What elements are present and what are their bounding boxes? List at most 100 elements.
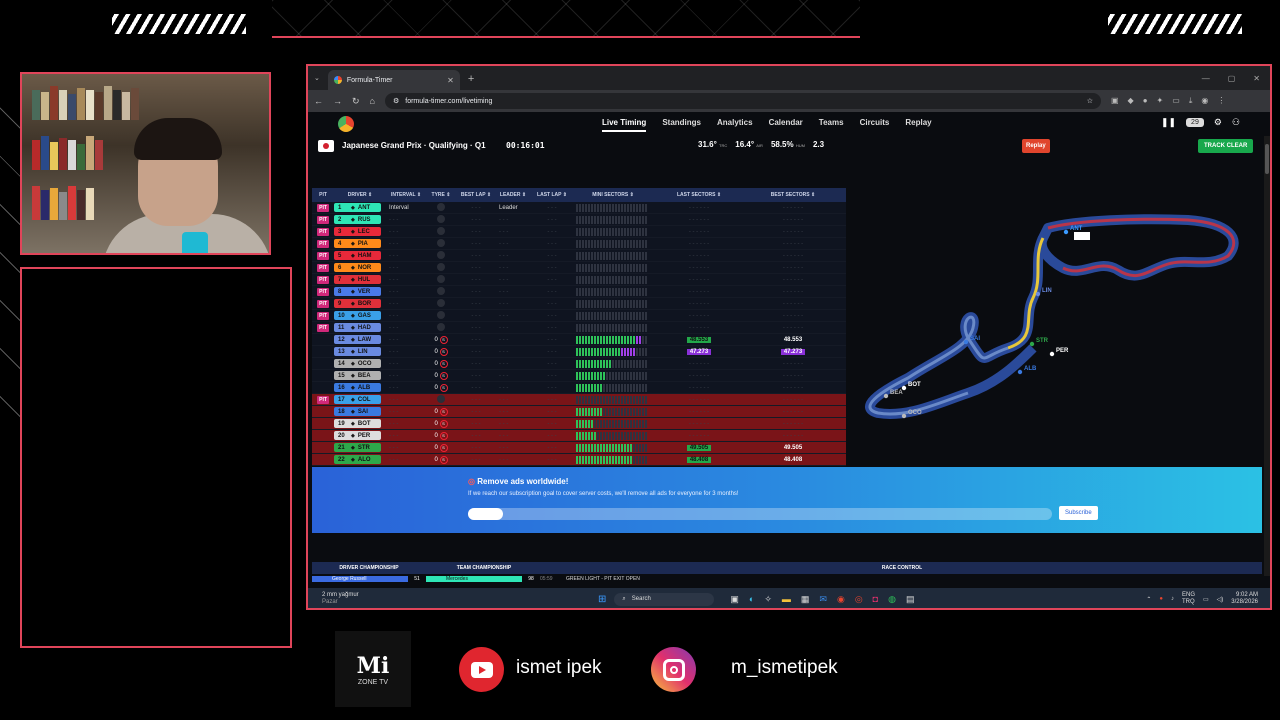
team-championship-header[interactable]: TEAM CHAMPIONSHIP bbox=[426, 565, 542, 571]
driver-badge[interactable]: 9 ◈ BOR bbox=[334, 299, 381, 308]
driver-badge[interactable]: 14 ◈ OCO bbox=[334, 359, 381, 368]
table-row[interactable]: 13 ◈ LIN - - - 0 S - - - - - - - - - 47.273 47.27… bbox=[312, 346, 846, 358]
table-row[interactable]: PIT 2 ◈ RUS - - - - - - - - - - - - - - - - - - -… bbox=[312, 214, 846, 226]
nav-item-replay[interactable]: Replay bbox=[905, 118, 931, 132]
url-field[interactable]: ⚙ formula-timer.com/livetiming ☆ bbox=[384, 93, 1101, 109]
column-header-pit[interactable]: PIT bbox=[312, 192, 334, 198]
microphone-tray-icon[interactable]: ♪ bbox=[1171, 596, 1174, 602]
table-row[interactable]: 21 ◈ STR - - - 0 S - - - - - - - - - 49.505 49.50… bbox=[312, 442, 846, 454]
table-row[interactable]: 14 ◈ OCO - - - 0 S - - - - - - - - - - - - - - -… bbox=[312, 358, 846, 370]
column-header-interval[interactable]: INTERVAL ⇕ bbox=[386, 192, 426, 198]
whatsapp-icon[interactable]: ◍ bbox=[888, 594, 896, 605]
forward-icon[interactable]: → bbox=[333, 96, 342, 106]
table-row[interactable]: PIT 5 ◈ HAM - - - - - - - - - - - - - - - - - - -… bbox=[312, 250, 846, 262]
driver-badge[interactable]: 7 ◈ HUL bbox=[334, 275, 381, 284]
mail-icon[interactable]: ✉ bbox=[819, 594, 827, 605]
column-header-best-lap[interactable]: BEST LAP ⇕ bbox=[456, 192, 496, 198]
driver-badge[interactable]: 11 ◈ HAD bbox=[334, 323, 381, 332]
page-scrollbar[interactable] bbox=[1264, 136, 1270, 576]
tray-chevron-icon[interactable]: ⌃ bbox=[1146, 596, 1151, 603]
profile-icon[interactable]: ◉ bbox=[1201, 96, 1208, 106]
extensions-puzzle-icon[interactable]: ✦ bbox=[1157, 96, 1164, 106]
table-row[interactable]: PIT 6 ◈ NOR - - - - - - - - - - - - - - - - - - -… bbox=[312, 262, 846, 274]
driver-badge[interactable]: 4 ◈ PIA bbox=[334, 239, 381, 248]
column-header-last-sectors[interactable]: LAST SECTORS ⇕ bbox=[652, 192, 746, 198]
nav-item-standings[interactable]: Standings bbox=[662, 118, 701, 132]
driver-badge[interactable]: 16 ◈ ALB bbox=[334, 383, 381, 392]
downloads-icon[interactable]: ⤓ bbox=[1189, 96, 1193, 106]
settings-gear-icon[interactable]: ⚙ bbox=[1214, 117, 1222, 128]
user-icon[interactable]: ⚇ bbox=[1232, 117, 1240, 128]
column-header-leader[interactable]: LEADER ⇕ bbox=[496, 192, 530, 198]
taskbar-weather[interactable]: 2 mm yağmur Pazar bbox=[308, 592, 598, 606]
windows-start-icon[interactable]: ⊞ bbox=[598, 594, 606, 605]
driver-badge[interactable]: 2 ◈ RUS bbox=[334, 215, 381, 224]
column-header-last-lap[interactable]: LAST LAP ⇕ bbox=[530, 192, 574, 198]
maximize-icon[interactable]: ▢ bbox=[1228, 74, 1236, 83]
driver-badge[interactable]: 10 ◈ GAS bbox=[334, 311, 381, 320]
column-header-driver[interactable]: DRIVER ⇕ bbox=[334, 192, 386, 198]
column-header-tyre[interactable]: TYRE ⇕ bbox=[426, 192, 456, 198]
driver-badge[interactable]: 12 ◈ LAW bbox=[334, 335, 381, 344]
task-view-icon[interactable]: ▣ bbox=[730, 594, 739, 605]
close-tab-icon[interactable]: ✕ bbox=[447, 76, 454, 85]
language-indicator[interactable]: ENG TRQ bbox=[1182, 592, 1195, 606]
back-icon[interactable]: ← bbox=[314, 96, 323, 106]
extension-icon[interactable]: ▣ bbox=[1111, 96, 1119, 106]
delay-badge[interactable]: 29 bbox=[1186, 118, 1204, 127]
table-row[interactable]: PIT 3 ◈ LEC - - - - - - - - - - - - - - - - - - -… bbox=[312, 226, 846, 238]
home-icon[interactable]: ⌂ bbox=[370, 96, 375, 106]
table-row[interactable]: 12 ◈ LAW - - - 0 S - - - - - - - - - 48.553 48.55… bbox=[312, 334, 846, 346]
driver-badge[interactable]: 8 ◈ VER bbox=[334, 287, 381, 296]
driver-badge[interactable]: 22 ◈ ALO bbox=[334, 455, 381, 464]
driver-badge[interactable]: 1 ◈ ANT bbox=[334, 203, 381, 212]
table-row[interactable]: PIT 9 ◈ BOR - - - - - - - - - - - - - - - - - - -… bbox=[312, 298, 846, 310]
table-row[interactable]: 22 ◈ ALO - - - 0 S - - - - - - - - - 48.408 48.40… bbox=[312, 454, 846, 466]
nav-item-calendar[interactable]: Calendar bbox=[769, 118, 803, 132]
table-row[interactable]: PIT 17 ◈ COL - - - - - - - - - - - - - - - - - -… bbox=[312, 394, 846, 406]
nav-item-live-timing[interactable]: Live Timing bbox=[602, 118, 647, 132]
app-icon[interactable]: ◎ bbox=[855, 594, 863, 605]
new-tab-icon[interactable]: + bbox=[468, 73, 474, 85]
race-control-header[interactable]: RACE CONTROL bbox=[542, 565, 1262, 571]
table-row[interactable]: PIT 11 ◈ HAD - - - - - - - - - - - - - - - - - -… bbox=[312, 322, 846, 334]
table-row[interactable]: PIT 7 ◈ HUL - - - - - - - - - - - - - - - - - - -… bbox=[312, 274, 846, 286]
obs-icon[interactable]: ▤ bbox=[906, 594, 915, 605]
nav-item-circuits[interactable]: Circuits bbox=[860, 118, 890, 132]
tab-search-icon[interactable]: ⌄ bbox=[314, 74, 320, 82]
driver-badge[interactable]: 5 ◈ HAM bbox=[334, 251, 381, 260]
driver-badge[interactable]: 15 ◈ BEA bbox=[334, 371, 381, 380]
table-row[interactable]: 16 ◈ ALB - - - 0 S - - - - - - - - - - - - - - -… bbox=[312, 382, 846, 394]
network-icon[interactable]: ▭ bbox=[1203, 596, 1209, 603]
edge-icon[interactable]: ◐ bbox=[749, 594, 754, 605]
driver-badge[interactable]: 3 ◈ LEC bbox=[334, 227, 381, 236]
pause-icon[interactable]: ❚❚ bbox=[1161, 117, 1176, 128]
replay-button[interactable]: Replay bbox=[1022, 139, 1050, 153]
driver-badge[interactable]: 6 ◈ NOR bbox=[334, 263, 381, 272]
clock[interactable]: 9:02 AM 3/28/2026 bbox=[1231, 592, 1258, 606]
table-row[interactable]: PIT 10 ◈ GAS - - - - - - - - - - - - - - - - - -… bbox=[312, 310, 846, 322]
sidebar-icon[interactable]: ▭ bbox=[1172, 96, 1180, 106]
driver-badge[interactable]: 17 ◈ COL bbox=[334, 395, 381, 404]
browser-tab[interactable]: Formula-Timer ✕ bbox=[327, 70, 460, 90]
minimize-icon[interactable]: — bbox=[1202, 74, 1210, 83]
file-explorer-icon[interactable]: ▬ bbox=[782, 594, 791, 605]
chrome-icon[interactable]: ◉ bbox=[837, 594, 845, 605]
taskbar-search[interactable]: ⌕ Search bbox=[614, 592, 715, 606]
bookmark-star-icon[interactable]: ☆ bbox=[1087, 97, 1093, 105]
driver-badge[interactable]: 19 ◈ BOT bbox=[334, 419, 381, 428]
close-window-icon[interactable]: ✕ bbox=[1253, 74, 1260, 83]
tray-app-icon[interactable]: ● bbox=[1159, 596, 1163, 602]
site-info-icon[interactable]: ⚙ bbox=[393, 97, 399, 105]
instagram-app-icon[interactable]: ◘ bbox=[873, 594, 878, 605]
table-row[interactable]: 20 ◈ PER - - - 0 S - - - - - - - - - - - - - - -… bbox=[312, 430, 846, 442]
driver-badge[interactable]: 18 ◈ SAI bbox=[334, 407, 381, 416]
reload-icon[interactable]: ↻ bbox=[352, 96, 360, 107]
table-row[interactable]: PIT 4 ◈ PIA - - - - - - - - - - - - - - - - - - -… bbox=[312, 238, 846, 250]
copilot-icon[interactable]: ✧ bbox=[764, 594, 772, 605]
extension-icon[interactable]: ● bbox=[1143, 96, 1148, 106]
nav-item-teams[interactable]: Teams bbox=[819, 118, 844, 132]
table-row[interactable]: 18 ◈ SAI - - - 0 S - - - - - - - - - - - - - - -… bbox=[312, 406, 846, 418]
extension-icon[interactable]: ◆ bbox=[1128, 96, 1134, 106]
menu-dots-icon[interactable]: ⋮ bbox=[1217, 96, 1225, 106]
